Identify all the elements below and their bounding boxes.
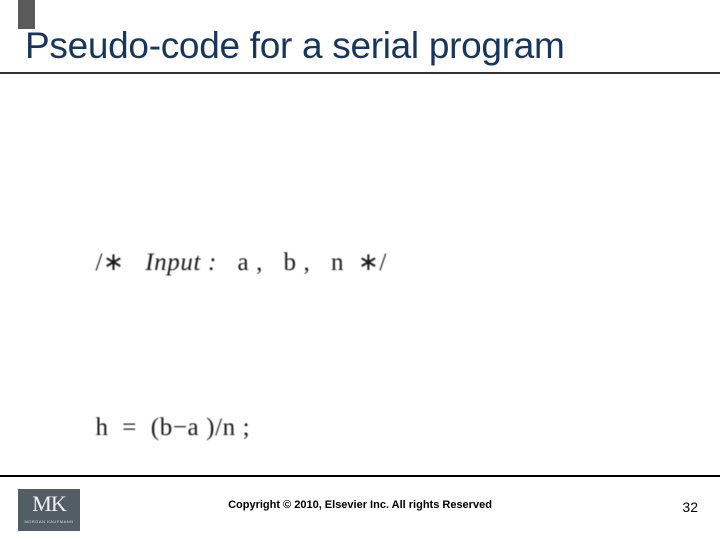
comment-open: /∗ [95,249,124,276]
title-underline [0,72,720,74]
logo-label: MORGAN KAUFMANN [18,519,80,525]
comment-args: a , b , n [237,249,344,276]
comment-label: Input : [145,249,217,276]
footer: MK MORGAN KAUFMANN Copyright © 2010, Els… [0,477,720,540]
copyright-text: Copyright © 2010, Elsevier Inc. All righ… [0,499,720,511]
comment-close: ∗/ [358,249,387,276]
code-comment-line: /∗ Input : a , b , n ∗/ [95,235,656,290]
code-line-h: h = (b−a )/n ; [95,400,656,455]
slide: Pseudo-code for a serial program /∗ Inpu… [0,0,720,540]
slide-title: Pseudo-code for a serial program [25,27,565,64]
page-number: 32 [682,499,698,515]
